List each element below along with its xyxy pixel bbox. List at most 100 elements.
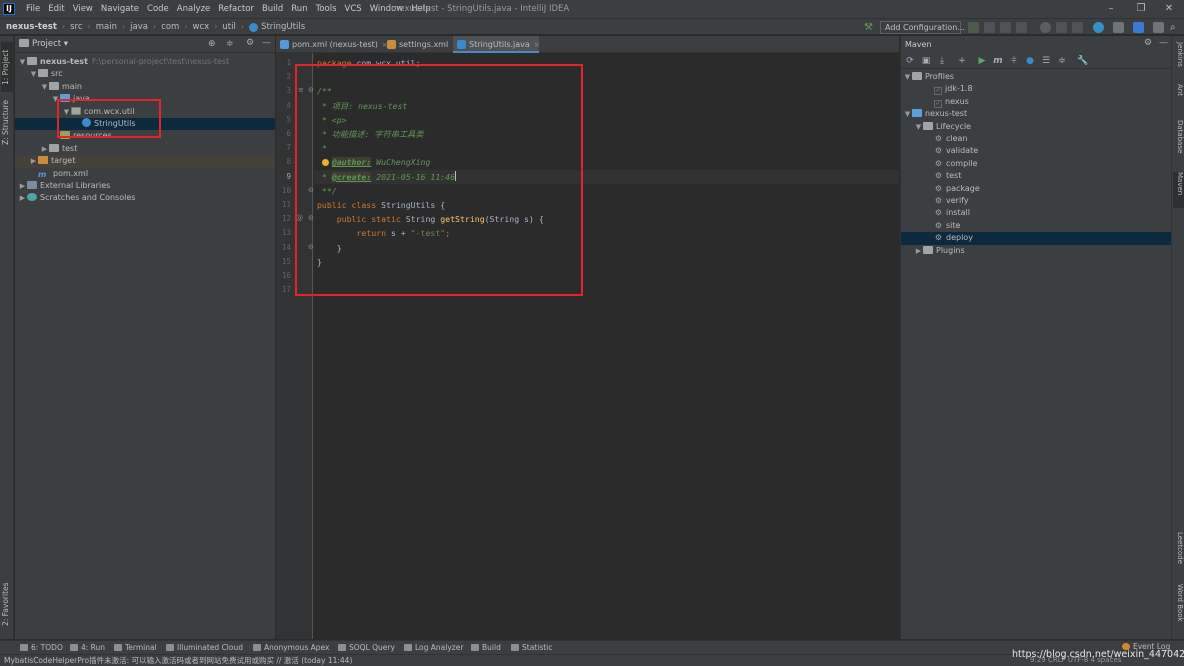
- editor-tab[interactable]: settings.xml×: [383, 36, 458, 53]
- breadcrumb-item[interactable]: java: [130, 19, 148, 35]
- generate-sources-icon[interactable]: ▣: [921, 56, 931, 66]
- project-tree-item[interactable]: ▼ nexus-test F:\personal-project\test\nexu…: [15, 56, 275, 68]
- expand-arrow-icon[interactable]: ▼: [903, 71, 912, 83]
- breadcrumb-item[interactable]: util: [222, 19, 235, 35]
- project-tree-item[interactable]: ▶ Scratches and Consoles: [15, 192, 275, 204]
- breadcrumb-item[interactable]: StringUtils: [261, 19, 305, 35]
- profile-checkbox[interactable]: ✓: [934, 87, 942, 96]
- reload-icon[interactable]: ⟳: [905, 56, 915, 66]
- maven-tree-item[interactable]: ✓ nexus: [901, 96, 1172, 108]
- menu-run[interactable]: Run: [287, 0, 311, 18]
- breadcrumb-item[interactable]: main: [96, 19, 117, 35]
- menu-tools[interactable]: Tools: [312, 0, 341, 18]
- menu-build[interactable]: Build: [258, 0, 287, 18]
- collapse-arrow-icon[interactable]: ▶: [914, 245, 923, 257]
- profile-icon[interactable]: [1016, 22, 1027, 33]
- database-tool-tab[interactable]: Database: [1173, 120, 1184, 164]
- expand-arrow-icon[interactable]: ▼: [903, 108, 912, 120]
- search-everywhere-icon[interactable]: ⌕: [1170, 22, 1181, 33]
- bottom-tab-1[interactable]: 4: Run: [70, 641, 105, 655]
- bottom-tab-3[interactable]: Illuminated Cloud: [166, 641, 243, 655]
- bottom-tab-6[interactable]: Log Analyzer: [404, 641, 463, 655]
- collapse-arrow-icon[interactable]: ▶: [29, 155, 38, 167]
- maven-tree-item[interactable]: ✓ jdk-1.8: [901, 83, 1172, 96]
- maven-tree-item[interactable]: ▼ Lifecycle: [901, 121, 1172, 133]
- stop-icon[interactable]: [1040, 22, 1051, 33]
- maven-tree-item[interactable]: ⚙ package: [901, 183, 1172, 195]
- collapse-arrow-icon[interactable]: ▶: [18, 192, 27, 204]
- maven-tree-item[interactable]: ▼ nexus-test: [901, 108, 1172, 120]
- maven-tree-item[interactable]: ▼ Profiles: [901, 71, 1172, 83]
- rerun-icon[interactable]: [1072, 22, 1083, 33]
- debug-icon[interactable]: [984, 22, 995, 33]
- maven-tree-item[interactable]: ⚙ validate: [901, 145, 1172, 157]
- skip-tests-icon[interactable]: ●: [1025, 56, 1035, 66]
- build-hammer-icon[interactable]: ⚒: [864, 22, 875, 33]
- status-message[interactable]: MybatisCodeHelperPro插件未激活: 可以输入激活码或者到网站免…: [4, 655, 352, 666]
- collapse-arrow-icon[interactable]: ▶: [18, 180, 27, 192]
- menu-refactor[interactable]: Refactor: [214, 0, 258, 18]
- minimize-button[interactable]: –: [1096, 0, 1126, 18]
- maven-tree-item[interactable]: ⚙ clean: [901, 133, 1172, 145]
- structure-tool-tab[interactable]: Z: Structure: [1, 96, 13, 150]
- maven-tree-item[interactable]: ⚙ deploy: [901, 232, 1172, 245]
- collapse-all-icon[interactable]: ≑: [1057, 56, 1067, 66]
- jenkins-tool-tab[interactable]: Jenkins: [1173, 42, 1184, 78]
- ant-tool-tab[interactable]: Ant: [1173, 84, 1184, 108]
- expand-arrow-icon[interactable]: ▼: [29, 68, 38, 80]
- bottom-tab-5[interactable]: SOQL Query: [338, 641, 395, 655]
- menu-file[interactable]: File: [22, 0, 44, 18]
- project-view-selector[interactable]: Project ▾: [19, 36, 68, 53]
- project-tree-item[interactable]: ▶ test: [15, 143, 275, 155]
- expand-arrow-icon[interactable]: ▼: [40, 81, 49, 93]
- breadcrumb-item[interactable]: com: [161, 19, 179, 35]
- run-icon[interactable]: ▶: [977, 56, 987, 66]
- maven-tool-tab[interactable]: Maven: [1173, 172, 1184, 208]
- show-dependencies-icon[interactable]: ☰: [1041, 56, 1051, 66]
- gear-icon[interactable]: ⚙: [246, 38, 254, 48]
- project-tool-tab[interactable]: 1: Project: [1, 42, 13, 92]
- bottom-tab-7[interactable]: Build: [471, 641, 501, 655]
- maven-tree-item[interactable]: ⚙ site: [901, 220, 1172, 232]
- locate-icon[interactable]: ⊕: [208, 39, 216, 49]
- project-tree-item[interactable]: ▼ src: [15, 68, 275, 80]
- menu-view[interactable]: View: [69, 0, 97, 18]
- project-tree-item[interactable]: ▶ target: [15, 155, 275, 168]
- expand-arrow-icon[interactable]: ▼: [18, 56, 27, 68]
- maven-tree-item[interactable]: ⚙ verify: [901, 195, 1172, 207]
- menu-navigate[interactable]: Navigate: [97, 0, 143, 18]
- bottom-tab-4[interactable]: Anonymous Apex: [253, 641, 329, 655]
- collapse-all-icon[interactable]: ≑: [226, 39, 234, 49]
- run-icon[interactable]: [968, 22, 979, 33]
- menu-vcs[interactable]: VCS: [341, 0, 366, 18]
- download-icon[interactable]: ⤓: [937, 56, 947, 66]
- project-tree-item[interactable]: m pom.xml: [15, 168, 275, 180]
- coverage-icon[interactable]: [1000, 22, 1011, 33]
- collapse-arrow-icon[interactable]: ▶: [40, 143, 49, 155]
- maven-tree-item[interactable]: ⚙ test: [901, 170, 1172, 182]
- hide-panel-icon[interactable]: —: [262, 38, 271, 48]
- close-window-button[interactable]: ✕: [1154, 0, 1184, 18]
- menu-edit[interactable]: Edit: [44, 0, 68, 18]
- maven-tree-item[interactable]: ⚙ install: [901, 207, 1172, 219]
- editor-tab[interactable]: StringUtils.java ×: [453, 36, 540, 53]
- leetcode-tool-tab[interactable]: Leetcode: [1173, 532, 1184, 576]
- settings-wrench-icon[interactable]: 🔧: [1077, 56, 1088, 66]
- project-tree-item[interactable]: ▼ main: [15, 81, 275, 93]
- run-configuration-dropdown[interactable]: Add Configuration...: [880, 21, 965, 34]
- breadcrumb-item[interactable]: src: [70, 19, 82, 35]
- expand-arrow-icon[interactable]: ▼: [914, 121, 923, 133]
- breadcrumb-item[interactable]: wcx: [193, 19, 210, 35]
- favorites-tool-tab[interactable]: 2: Favorites: [1, 576, 13, 632]
- hide-panel-icon[interactable]: —: [1159, 38, 1168, 48]
- vcs-update-icon[interactable]: [1093, 22, 1104, 33]
- translate-icon[interactable]: [1133, 22, 1144, 33]
- maven-tree-item[interactable]: ▶ Plugins: [901, 245, 1172, 257]
- add-icon[interactable]: +: [957, 56, 967, 66]
- presentation-mode-icon[interactable]: [1153, 22, 1164, 33]
- attach-debugger-icon[interactable]: [1056, 22, 1067, 33]
- maximize-button[interactable]: ❐: [1126, 0, 1156, 18]
- bottom-tab-8[interactable]: Statistic: [511, 641, 552, 655]
- gear-icon[interactable]: ⚙: [1144, 38, 1152, 48]
- word-book-tool-tab[interactable]: Word Book: [1173, 584, 1184, 634]
